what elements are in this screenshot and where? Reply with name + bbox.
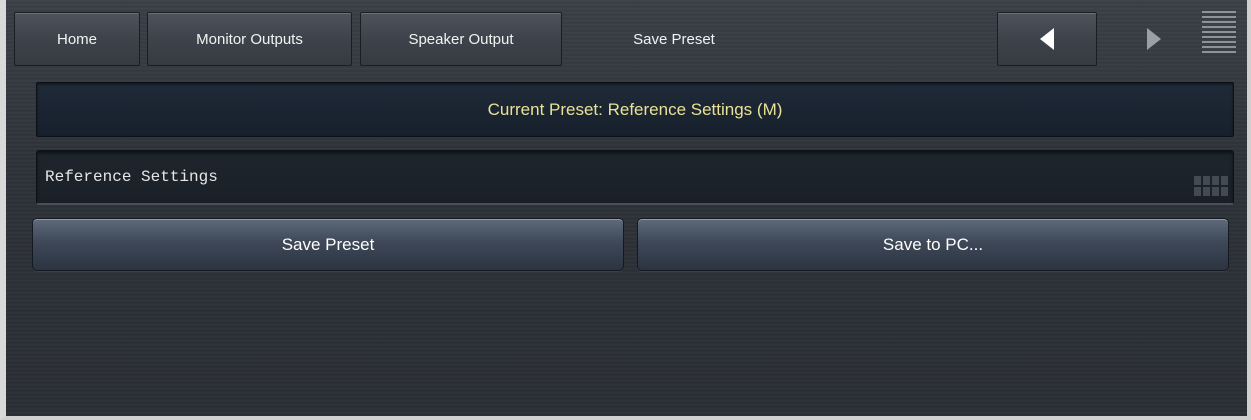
- current-page-title: Save Preset: [570, 12, 778, 66]
- current-page-label: Save Preset: [633, 30, 715, 48]
- preset-name-value: Reference Settings: [45, 168, 218, 186]
- hamburger-menu-icon[interactable]: [1202, 11, 1236, 53]
- triangle-right-icon: [1147, 28, 1161, 50]
- home-button[interactable]: Home: [14, 12, 140, 66]
- triangle-left-icon: [1040, 28, 1054, 50]
- top-nav: Home Monitor Outputs Speaker Output Save…: [14, 7, 1246, 66]
- save-preset-button[interactable]: Save Preset: [32, 218, 624, 271]
- current-preset-text: Current Preset: Reference Settings (M): [487, 99, 783, 119]
- keyboard-icon[interactable]: [1194, 176, 1228, 196]
- speaker-output-button-label: Speaker Output: [408, 30, 514, 48]
- preset-name-field[interactable]: Reference Settings: [36, 150, 1234, 205]
- forward-button[interactable]: [1104, 12, 1204, 66]
- speaker-output-button[interactable]: Speaker Output: [360, 12, 562, 66]
- save-to-pc-button[interactable]: Save to PC...: [637, 218, 1229, 271]
- save-preset-button-label: Save Preset: [281, 234, 375, 254]
- home-button-label: Home: [56, 30, 97, 48]
- app-window: Home Monitor Outputs Speaker Output Save…: [0, 0, 1251, 420]
- monitor-outputs-button-label: Monitor Outputs: [196, 30, 303, 48]
- current-preset-banner: Current Preset: Reference Settings (M): [36, 82, 1234, 137]
- save-to-pc-button-label: Save to PC...: [882, 234, 984, 254]
- back-button[interactable]: [997, 12, 1097, 66]
- monitor-outputs-button[interactable]: Monitor Outputs: [147, 12, 352, 66]
